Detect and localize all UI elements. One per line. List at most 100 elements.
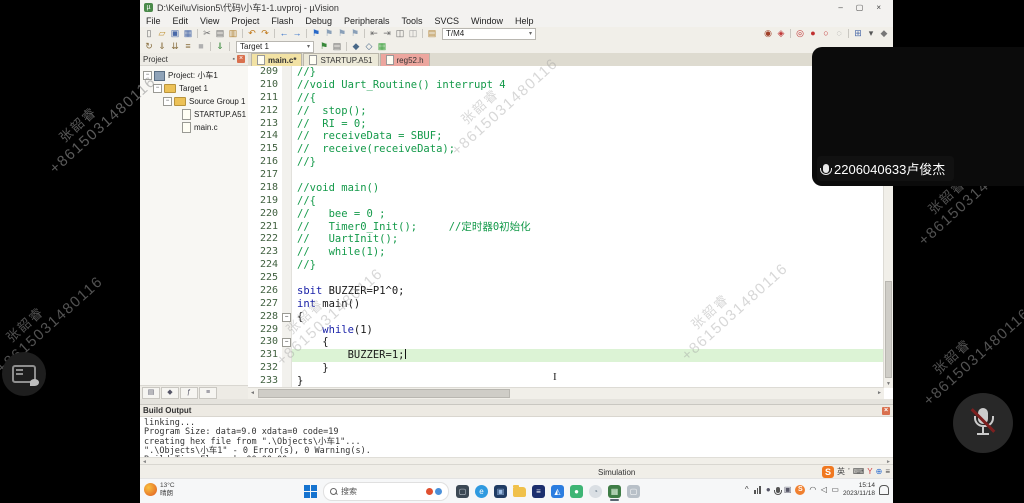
code-line-232[interactable]: 232 }: [248, 362, 884, 375]
code-line-220[interactable]: 220// bee = 0 ;: [248, 208, 884, 221]
insert-breakpoint-icon[interactable]: ●: [807, 28, 819, 39]
books-tab-icon[interactable]: ◆: [161, 387, 179, 399]
find-next-icon[interactable]: ◉: [762, 28, 774, 39]
ime-keyboard-icon[interactable]: ⌨: [853, 466, 865, 478]
code-line-224[interactable]: 224//}: [248, 259, 884, 272]
app-window-preview[interactable]: ▢: [625, 482, 642, 501]
code-line-213[interactable]: 213// RI = 0;: [248, 118, 884, 131]
scroll-down-icon[interactable]: ▼: [884, 380, 893, 388]
code-line-221[interactable]: 221// Timer0_Init(); //定时器0初始化: [248, 221, 884, 234]
stop-build-icon[interactable]: ■: [195, 41, 207, 52]
menu-help[interactable]: Help: [509, 16, 540, 26]
participant-video-tile[interactable]: 2206040633卢俊杰: [812, 47, 1024, 186]
save-all-icon[interactable]: ▦: [182, 28, 194, 39]
bookmark-prev-icon[interactable]: ⚑: [323, 28, 335, 39]
bookmark-toggle-icon[interactable]: ⚑: [310, 28, 322, 39]
kill-all-breakpoints-icon[interactable]: ◎: [794, 28, 806, 39]
cut-icon[interactable]: ✂: [201, 28, 213, 39]
ime-add-icon[interactable]: ⊕: [876, 466, 883, 478]
menu-project[interactable]: Project: [225, 16, 265, 26]
code-line-214[interactable]: 214// receiveData = SBUF;: [248, 130, 884, 143]
unindent-icon[interactable]: ⇤: [368, 28, 380, 39]
uvision-titlebar[interactable]: µ D:\Keil\uVision5\代码\小车1-1.uvproj - µVi…: [140, 0, 893, 15]
minimize-icon[interactable]: –: [838, 3, 842, 12]
scrollbar-thumb[interactable]: [258, 389, 510, 398]
microphone-muted-button[interactable]: [953, 393, 1013, 453]
tray-signal-bars-icon[interactable]: [754, 486, 761, 494]
fold-collapse-icon[interactable]: −: [282, 338, 291, 347]
functions-tab-icon[interactable]: ƒ: [180, 387, 198, 399]
paste-icon[interactable]: ▥: [227, 28, 239, 39]
layout-dropdown-icon[interactable]: ▾: [865, 28, 877, 39]
code-line-229[interactable]: 229 while(1): [248, 324, 884, 337]
pack-installer-icon[interactable]: ▦: [376, 41, 388, 52]
app-wechat[interactable]: ●: [568, 482, 585, 501]
navigate-forward-icon[interactable]: →: [291, 28, 303, 39]
menu-edit[interactable]: Edit: [167, 16, 195, 26]
tree-item-project-1[interactable]: −Project: 小车1: [140, 69, 248, 82]
scroll-left-icon[interactable]: ◄: [248, 388, 257, 399]
restore-icon[interactable]: ▢: [856, 3, 864, 12]
code-line-230[interactable]: 230− {: [248, 336, 884, 349]
ime-punctuation-icon[interactable]: ’: [848, 466, 850, 478]
scrollbar-thumb[interactable]: [885, 281, 892, 378]
screen-share-chat-button[interactable]: [2, 352, 46, 396]
app-folder[interactable]: [511, 482, 528, 501]
code-line-225[interactable]: 225: [248, 272, 884, 285]
configure-wrench-icon[interactable]: ◆: [878, 28, 890, 39]
tree-expander-icon[interactable]: −: [163, 97, 172, 106]
app-green-recorder[interactable]: ▦: [606, 482, 623, 501]
code-line-223[interactable]: 223// while(1);: [248, 246, 884, 259]
app-browser-globe[interactable]: ◔: [587, 482, 604, 501]
tray-sogou-icon[interactable]: S: [795, 485, 805, 495]
bookmark-next-icon[interactable]: ⚑: [336, 28, 348, 39]
goto-reference-icon[interactable]: ◇: [363, 41, 375, 52]
tray-battery-icon[interactable]: ▭: [831, 484, 839, 496]
tree-item-main-c[interactable]: main.c: [140, 121, 248, 134]
menu-flash[interactable]: Flash: [265, 16, 299, 26]
menu-view[interactable]: View: [194, 16, 225, 26]
app-dev-tool-blue[interactable]: ▣: [492, 482, 509, 501]
start-stop-debug-icon[interactable]: ◈: [775, 28, 787, 39]
comment-selection-icon[interactable]: ◫: [394, 28, 406, 39]
redo-icon[interactable]: ↷: [259, 28, 271, 39]
editor-tab-reg52-h[interactable]: reg52.h: [380, 53, 430, 66]
chevron-down-icon[interactable]: ▾: [303, 43, 310, 50]
target-select[interactable]: Target 1 ▾: [236, 41, 314, 53]
find-text-combobox[interactable]: T/M4 ▾: [442, 28, 536, 40]
ime-language-icon[interactable]: 英: [837, 466, 845, 478]
notification-bell-icon[interactable]: [879, 485, 889, 495]
save-icon[interactable]: ▣: [169, 28, 181, 39]
bookmark-clear-icon[interactable]: ⚑: [349, 28, 361, 39]
editor-tab-main-c-[interactable]: main.c*: [251, 53, 302, 66]
download-flash-icon[interactable]: ⇓: [214, 41, 226, 52]
code-line-217[interactable]: 217: [248, 169, 884, 182]
find-in-files-icon[interactable]: ▤: [426, 28, 438, 39]
translate-file-icon[interactable]: ↻: [143, 41, 155, 52]
menu-window[interactable]: Window: [465, 16, 509, 26]
panel-close-icon[interactable]: ×: [237, 55, 245, 63]
code-line-209[interactable]: 209//}: [248, 66, 884, 79]
weather-widget[interactable]: 13°C 晴朗: [144, 482, 175, 497]
taskbar-clock[interactable]: 15:14 2023/11/18: [843, 482, 875, 497]
tree-item-target-1[interactable]: −Target 1: [140, 82, 248, 95]
enable-breakpoint-icon[interactable]: ○: [820, 28, 832, 39]
build-icon[interactable]: ⇓: [156, 41, 168, 52]
close-icon[interactable]: ×: [876, 3, 881, 12]
tray-wifi-icon[interactable]: ◠: [809, 484, 816, 496]
ime-skin-icon[interactable]: Y: [867, 466, 872, 478]
rebuild-all-icon[interactable]: ⇊: [169, 41, 181, 52]
fold-collapse-icon[interactable]: −: [282, 313, 291, 322]
undo-icon[interactable]: ↶: [246, 28, 258, 39]
menu-svcs[interactable]: SVCS: [429, 16, 466, 26]
menu-file[interactable]: File: [140, 16, 167, 26]
tray-volume-icon[interactable]: ◁: [820, 484, 827, 496]
sogou-logo-icon[interactable]: S: [822, 466, 834, 478]
code-line-211[interactable]: 211//{: [248, 92, 884, 105]
app-meeting-blue[interactable]: ◭: [549, 482, 566, 501]
goto-definition-icon[interactable]: ◆: [350, 41, 362, 52]
templates-tab-icon[interactable]: ≡: [199, 387, 217, 399]
code-line-227[interactable]: 227int main(): [248, 298, 884, 311]
app-docs-blue[interactable]: ≡: [530, 482, 547, 501]
project-tab-icon[interactable]: ▤: [142, 387, 160, 399]
